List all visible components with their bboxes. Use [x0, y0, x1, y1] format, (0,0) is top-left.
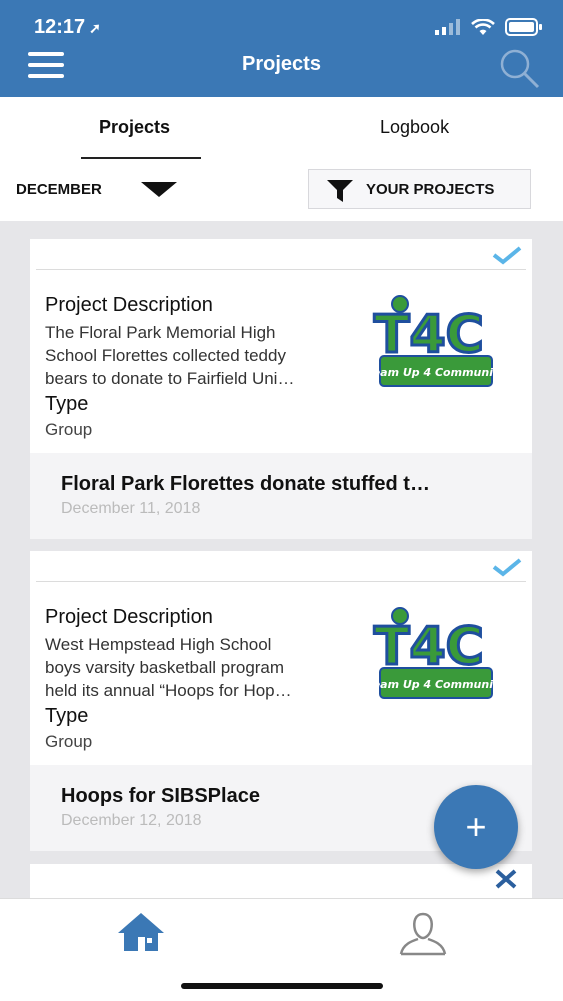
project-description-text: West Hempstead High School boys varsity …	[45, 635, 292, 700]
home-indicator	[181, 983, 383, 989]
type-value: Group	[45, 420, 93, 439]
your-projects-label: YOUR PROJECTS	[366, 181, 495, 198]
tab-logbook[interactable]: Logbook	[380, 117, 449, 138]
project-description-text: The Floral Park Memorial High School Flo…	[45, 323, 295, 388]
filter-icon	[327, 180, 353, 202]
project-description-label: Project Description	[45, 606, 213, 628]
wifi-icon	[471, 18, 495, 35]
card-divider	[36, 269, 526, 270]
chevron-down-icon[interactable]	[141, 182, 177, 197]
card-footer: Floral Park Florettes donate stuffed t… …	[30, 453, 532, 539]
status-bar: 12:17 ➚	[0, 0, 563, 40]
status-icons	[435, 18, 543, 36]
project-title: Hoops for SIBSPlace	[61, 785, 260, 807]
tab-projects[interactable]: Projects	[99, 117, 170, 138]
tab-bar: Projects Logbook	[0, 97, 563, 159]
type-label: Type	[45, 705, 89, 727]
battery-icon	[505, 18, 542, 36]
checkmark-icon	[492, 558, 522, 577]
project-date: December 12, 2018	[61, 812, 202, 829]
checkmark-icon	[492, 246, 522, 265]
status-time: 12:17 ➚	[34, 16, 101, 38]
home-icon[interactable]	[116, 911, 166, 953]
month-selector[interactable]: DECEMBER	[16, 181, 102, 198]
close-icon	[495, 869, 517, 889]
page-title: Projects	[242, 53, 321, 75]
profile-icon[interactable]	[398, 910, 448, 956]
team-up-4-community-logo: T4C Team Up 4 Community	[370, 607, 500, 699]
location-icon: ➚	[89, 20, 101, 36]
project-title: Floral Park Florettes donate stuffed t…	[61, 473, 430, 495]
search-icon[interactable]	[497, 46, 541, 90]
bottom-tab-bar	[0, 898, 563, 1001]
project-card[interactable]: Project Description The Floral Park Memo…	[30, 239, 532, 539]
cellular-signal-icon	[435, 19, 460, 35]
svg-text:Team Up 4 Community: Team Up 4 Community	[370, 366, 500, 379]
svg-text:Team Up 4 Community: Team Up 4 Community	[370, 678, 500, 691]
type-value: Group	[45, 732, 93, 751]
project-description-label: Project Description	[45, 294, 213, 316]
your-projects-filter-button[interactable]: YOUR PROJECTS	[308, 169, 531, 209]
project-date: December 11, 2018	[61, 500, 201, 517]
type-label: Type	[45, 393, 89, 415]
add-project-button[interactable]: +	[434, 785, 518, 869]
team-up-4-community-logo: T4C Team Up 4 Community	[370, 295, 500, 387]
nav-bar: Projects	[0, 40, 563, 97]
filter-bar: DECEMBER YOUR PROJECTS	[0, 159, 563, 221]
card-divider	[36, 581, 526, 582]
